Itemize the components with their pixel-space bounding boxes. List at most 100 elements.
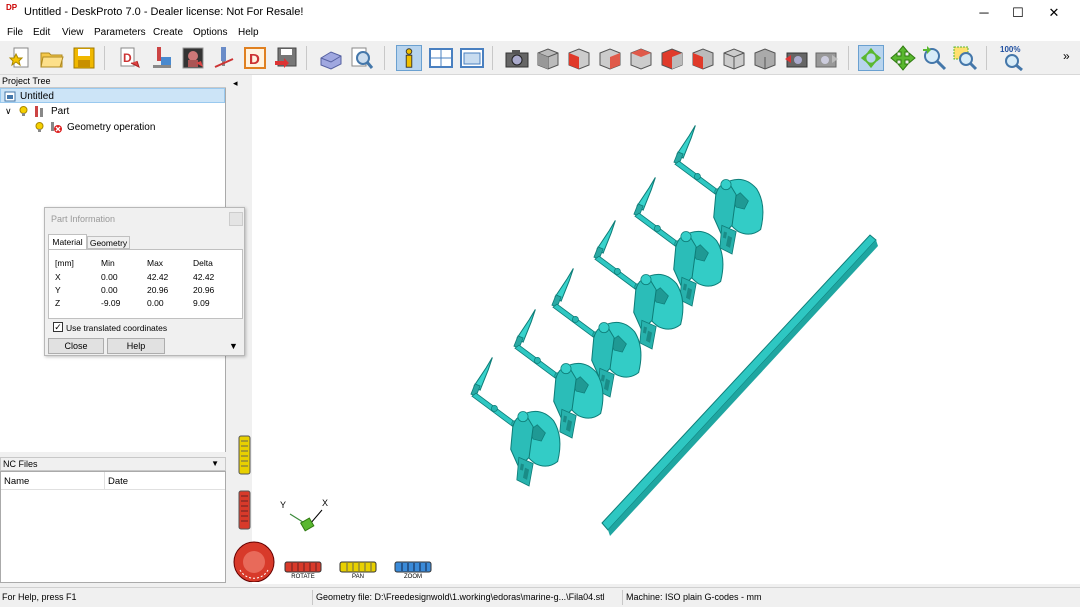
drawing-import-icon[interactable]: D	[242, 45, 268, 71]
bitmap-import-icon[interactable]	[180, 45, 206, 71]
window-title: Untitled - DeskProto 7.0 - Dealer licens…	[24, 6, 304, 18]
camera-icon[interactable]	[504, 45, 530, 71]
status-help: For Help, press F1	[2, 592, 77, 602]
translated-coordinates-checkbox[interactable]: ✓	[53, 322, 63, 332]
part-information-dialog: Part Information Material Geometry [mm] …	[44, 207, 245, 356]
status-geometry-file: Geometry file: D:\Freedesignwold\1.worki…	[316, 592, 605, 602]
save-nc-icon[interactable]	[273, 45, 299, 71]
title-bar: DP Untitled - DeskProto 7.0 - Dealer lic…	[0, 0, 1080, 25]
dialog-expand-icon[interactable]: ▼	[229, 341, 238, 351]
table-cell: 9.09	[193, 298, 210, 308]
axis-triad: Y X	[280, 498, 328, 532]
column-date[interactable]: Date	[108, 476, 128, 487]
operation-icon[interactable]	[211, 45, 237, 71]
view-front-icon[interactable]	[566, 45, 592, 71]
dialog-close-box[interactable]	[229, 212, 243, 226]
tree-item-geometry-operation[interactable]: Geometry operation	[0, 120, 225, 135]
close-window-button[interactable]: ✕	[1036, 0, 1072, 25]
app-icon[interactable]: DP	[6, 4, 20, 20]
view-side-icon[interactable]	[597, 45, 623, 71]
status-bar: For Help, press F1 Geometry file: D:\Fre…	[0, 587, 1080, 607]
toolbar-overflow-icon[interactable]: »	[1063, 49, 1070, 63]
preview-search-icon[interactable]	[349, 45, 375, 71]
nc-files-dropdown-icon[interactable]: ▼	[211, 458, 219, 470]
lightbulb-icon[interactable]	[35, 122, 44, 133]
menu-view[interactable]: View	[62, 27, 84, 38]
table-cell: 42.42	[147, 272, 169, 282]
table-header: Delta	[193, 258, 213, 268]
zoom-mode-icon[interactable]	[921, 45, 947, 71]
minimize-button[interactable]: ─	[966, 0, 1002, 25]
zoom-label: ZOOM	[404, 574, 422, 580]
info-button[interactable]	[396, 45, 422, 71]
3d-viewport[interactable]: Y X	[252, 75, 1080, 584]
pan-mode-icon[interactable]	[890, 45, 916, 71]
model-render[interactable]: Y X	[252, 75, 1080, 584]
nc-files-columns: Name Date	[1, 472, 225, 490]
menu-create[interactable]: Create	[153, 27, 183, 38]
tab-geometry[interactable]: Geometry	[87, 236, 130, 249]
menu-file[interactable]: File	[7, 27, 23, 38]
rotate-slider-icon[interactable]	[238, 490, 251, 530]
tab-material[interactable]: Material	[48, 234, 87, 249]
menu-edit[interactable]: Edit	[33, 27, 50, 38]
table-cell: Z	[55, 298, 61, 308]
rotate-dial-icon[interactable]	[232, 540, 276, 582]
tree-part-label: Part	[51, 106, 70, 117]
lightbulb-icon[interactable]	[19, 106, 28, 117]
next-view-icon[interactable]	[814, 45, 840, 71]
table-cell: X	[55, 272, 61, 282]
zoom-window-icon[interactable]	[952, 45, 978, 71]
pan-bar-icon[interactable]	[339, 561, 377, 573]
tree-item-part[interactable]: ∨ Part	[0, 104, 225, 119]
single-view-icon[interactable]	[428, 45, 454, 71]
multi-view-icon[interactable]	[459, 45, 485, 71]
toolbar: D D 100% »	[0, 41, 1080, 75]
save-icon[interactable]	[71, 45, 97, 71]
view-bottom-icon[interactable]	[752, 45, 778, 71]
column-name[interactable]: Name	[4, 476, 29, 487]
pan-slider-icon[interactable]	[238, 435, 251, 475]
svg-text:D: D	[123, 51, 132, 65]
menu-options[interactable]: Options	[193, 27, 227, 38]
project-icon	[4, 91, 16, 102]
collapse-panel-icon[interactable]: ◂	[233, 78, 238, 89]
import-part-icon[interactable]: D	[117, 45, 143, 71]
table-cell: Y	[55, 285, 61, 295]
help-button[interactable]: Help	[107, 338, 165, 354]
tree-item-untitled[interactable]: Untitled	[0, 88, 225, 103]
table-cell: 0.00	[101, 285, 118, 295]
rotate-bar-icon[interactable]	[284, 561, 322, 573]
open-folder-icon[interactable]	[39, 45, 65, 71]
nc-files-header: NC Files ▼	[0, 457, 226, 471]
close-button[interactable]: Close	[48, 338, 104, 354]
table-cell: 0.00	[147, 298, 164, 308]
svg-text:D: D	[249, 51, 260, 68]
info-icon	[405, 48, 413, 68]
view-iso-icon[interactable]	[535, 45, 561, 71]
zoom-bar-icon[interactable]	[394, 561, 432, 573]
previous-view-icon[interactable]	[783, 45, 809, 71]
maximize-button[interactable]: ☐	[1000, 0, 1036, 25]
tree-root-label: Untitled	[20, 91, 54, 102]
new-project-icon[interactable]	[8, 45, 34, 71]
table-header: Min	[101, 258, 115, 268]
pan-label: PAN	[352, 574, 364, 580]
view-left-icon[interactable]	[659, 45, 685, 71]
view-back-icon[interactable]	[628, 45, 654, 71]
expand-icon[interactable]: ∨	[5, 104, 12, 119]
rotate-label: ROTATE	[291, 574, 315, 580]
menu-bar: File Edit View Parameters Create Options…	[0, 25, 1080, 41]
part-parameters-icon[interactable]	[149, 45, 175, 71]
menu-help[interactable]: Help	[238, 27, 259, 38]
zoom-100-button[interactable]: 100%	[999, 45, 1029, 71]
axis-x-label: X	[322, 498, 328, 508]
view-right-icon[interactable]	[690, 45, 716, 71]
table-cell: 42.42	[193, 272, 215, 282]
simulation-icon[interactable]	[318, 45, 344, 71]
zoom-fit-icon	[1005, 54, 1023, 71]
view-top-icon[interactable]	[721, 45, 747, 71]
menu-parameters[interactable]: Parameters	[94, 27, 146, 38]
rotate-mode-button[interactable]	[858, 45, 884, 71]
nc-files-list: Name Date	[0, 471, 226, 583]
